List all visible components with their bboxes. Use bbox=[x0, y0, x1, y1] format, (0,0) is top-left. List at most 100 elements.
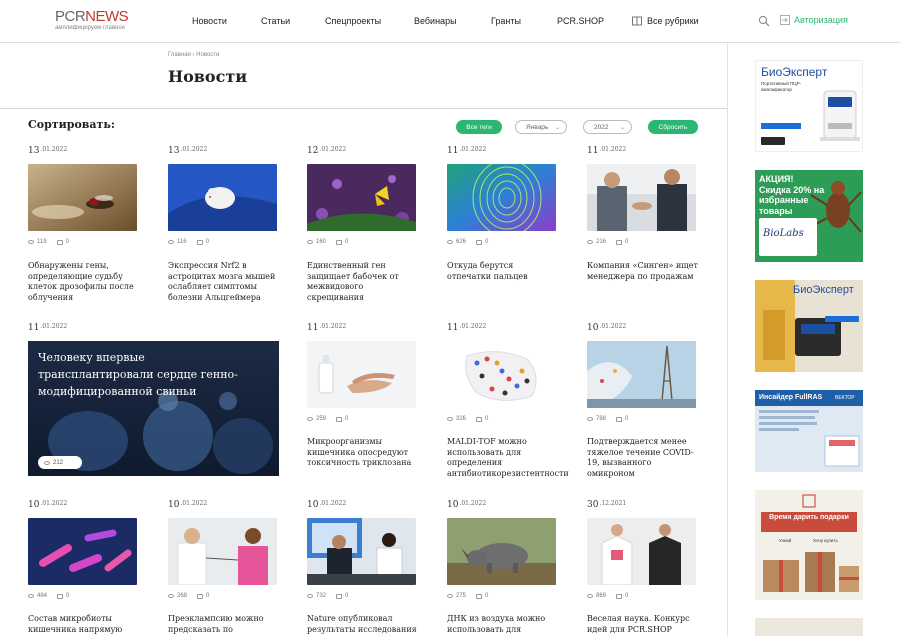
card-stats: 116 0 bbox=[168, 239, 209, 245]
ad-promo-biolabs[interactable]: АКЦИЯ! Скидка 20% на избранные товары Bi… bbox=[755, 170, 863, 262]
card-stats: 275 0 bbox=[447, 593, 488, 599]
chevron-down-icon: ⌄ bbox=[619, 124, 625, 131]
card-title[interactable]: Преэклампсию можно предсказать по bbox=[168, 614, 280, 635]
nav-news[interactable]: Новости bbox=[192, 16, 227, 26]
card-thumbnail-butterfly[interactable] bbox=[307, 164, 416, 231]
comment-icon bbox=[616, 239, 623, 245]
card-thumbnail-bacteria[interactable] bbox=[28, 518, 137, 585]
card-stats: 326 0 bbox=[447, 416, 488, 422]
nav-pcr-shop[interactable]: PCR.SHOP bbox=[557, 16, 604, 26]
login-link[interactable]: Авторизация bbox=[780, 15, 848, 25]
featured-news-card[interactable]: Человеку впервые трансплантировали сердц… bbox=[28, 341, 279, 476]
card-stats: 216 0 bbox=[587, 239, 628, 245]
card-title[interactable]: Обнаружены гены, определяющие судьбу кле… bbox=[28, 261, 140, 303]
reset-button[interactable]: Сбросить bbox=[648, 120, 698, 134]
site-logo[interactable]: PCRNEWS амплифицируем главное bbox=[55, 9, 135, 35]
nav-all-rubrics[interactable]: Все рубрики bbox=[632, 16, 699, 26]
card-thumbnail-lab[interactable] bbox=[307, 518, 416, 585]
ad1-subtitle: Портативный ПЦР-амплификатор bbox=[761, 81, 802, 92]
card-thumbnail-mouse[interactable] bbox=[168, 164, 277, 231]
card-title[interactable]: Откуда берутся отпечатки пальцев bbox=[447, 261, 559, 282]
reagent-kit-image bbox=[759, 410, 860, 467]
comment-icon bbox=[197, 593, 204, 599]
card-title[interactable]: MALDI-TOF можно использовать для определ… bbox=[447, 437, 569, 479]
logo-news: NEWS bbox=[85, 8, 129, 25]
year-select[interactable]: 2022 ⌄ bbox=[583, 120, 632, 134]
card-stats: 869 0 bbox=[587, 593, 628, 599]
eiffel-tower-image bbox=[587, 341, 696, 408]
card-thumbnail-hand-soap[interactable] bbox=[307, 341, 416, 408]
card-title[interactable]: Микроорганизмы кишечника опосредуют токс… bbox=[307, 437, 419, 469]
card-thumbnail-rhino[interactable] bbox=[447, 518, 556, 585]
card-title[interactable]: Веселая наука. Конкурс идей для PCR.SHOP bbox=[587, 614, 699, 635]
ad-fullras[interactable]: Инсайдер FullRAS ВЕКТОР bbox=[755, 390, 863, 472]
card-stats: 160 0 bbox=[307, 239, 348, 245]
pcr-logo-icon bbox=[802, 494, 816, 508]
all-tags-button[interactable]: Все теги bbox=[456, 120, 502, 134]
card-title[interactable]: ДНК из воздуха можно использовать для bbox=[447, 614, 559, 635]
search-icon[interactable] bbox=[758, 15, 770, 27]
ad4-title: Инсайдер FullRAS bbox=[759, 394, 823, 401]
card-thumbnail-fruit-fly[interactable] bbox=[28, 164, 137, 231]
eye-icon bbox=[447, 417, 453, 421]
card-thumbnail-fingerprint[interactable] bbox=[447, 164, 556, 231]
ad-gifts[interactable]: Время дарить подарки Узнай Хочу купить bbox=[755, 490, 863, 600]
title-divider bbox=[0, 108, 727, 109]
nav-articles[interactable]: Статьи bbox=[261, 16, 290, 26]
month-select[interactable]: Январь ⌄ bbox=[515, 120, 567, 134]
fruit-fly-image bbox=[28, 164, 137, 231]
nav-grants[interactable]: Гранты bbox=[491, 16, 521, 26]
comment-icon bbox=[616, 593, 623, 599]
eye-icon bbox=[168, 594, 174, 598]
ad5-button-1[interactable]: Узнай bbox=[779, 538, 791, 543]
trobio-logo bbox=[761, 137, 785, 145]
eye-icon bbox=[168, 240, 174, 244]
card-thumbnail-tshirts[interactable] bbox=[587, 518, 696, 585]
sidebar-divider bbox=[727, 43, 728, 636]
eye-icon bbox=[307, 417, 313, 421]
month-value: Январь bbox=[526, 123, 549, 131]
eye-icon bbox=[28, 240, 34, 244]
card-date: 12.01.2022 bbox=[307, 146, 347, 156]
rhino-image bbox=[447, 518, 556, 585]
card-date: 10.01.2022 bbox=[587, 323, 627, 333]
logo-pcr: PCR bbox=[55, 8, 86, 25]
card-stats: 626 0 bbox=[447, 239, 488, 245]
nav-special-projects[interactable]: Спецпроекты bbox=[325, 16, 381, 26]
ad1-button[interactable] bbox=[761, 123, 801, 129]
card-title[interactable]: Nature опубликовал результаты исследован… bbox=[307, 614, 419, 635]
card-thumbnail-maldi-molecule[interactable] bbox=[447, 341, 556, 408]
card-thumbnail-paris[interactable] bbox=[587, 341, 696, 408]
breadcrumb[interactable]: Главная › Новости bbox=[168, 52, 219, 58]
card-title[interactable]: Состав микробиоты кишечника напрямую bbox=[28, 614, 140, 635]
featured-views: 212 bbox=[38, 456, 82, 469]
card-title[interactable]: Подтверждается менее тяжелое течение COV… bbox=[587, 437, 699, 479]
login-icon bbox=[780, 15, 790, 25]
featured-title: Человеку впервые трансплантировали сердц… bbox=[38, 351, 238, 398]
comment-icon bbox=[616, 416, 623, 422]
card-date: 10.01.2022 bbox=[307, 500, 347, 510]
eye-icon bbox=[587, 417, 593, 421]
card-thumbnail-doctor[interactable] bbox=[168, 518, 277, 585]
card-title[interactable]: Экспрессия Nrf2 в астроцитах мозга мышей… bbox=[168, 261, 280, 303]
molecule-image bbox=[447, 341, 556, 408]
eye-icon bbox=[447, 240, 453, 244]
card-thumbnail-handshake[interactable] bbox=[587, 164, 696, 231]
ad-bioexpert-2[interactable]: БиоЭксперт bbox=[755, 280, 863, 372]
comment-icon bbox=[476, 416, 483, 422]
card-date: 10.01.2022 bbox=[447, 500, 487, 510]
card-date: 13.01.2022 bbox=[168, 146, 208, 156]
card-date: 10.01.2022 bbox=[168, 500, 208, 510]
nav-webinars[interactable]: Вебинары bbox=[414, 16, 457, 26]
ad-next[interactable] bbox=[755, 618, 863, 636]
card-title[interactable]: Единственный ген защищает бабочек от меж… bbox=[307, 261, 419, 303]
ad-bioexpert-1[interactable]: БиоЭксперт Портативный ПЦР-амплификатор bbox=[755, 60, 863, 152]
doctor-patient-image bbox=[168, 518, 277, 585]
card-title[interactable]: Компания «Синген» ищет менеджера по прод… bbox=[587, 261, 699, 282]
ad2-brand: BioLabs bbox=[763, 228, 804, 239]
ad5-button-2[interactable]: Хочу купить bbox=[813, 538, 838, 543]
comment-icon bbox=[476, 593, 483, 599]
card-stats: 259 0 bbox=[307, 416, 348, 422]
comment-icon bbox=[57, 593, 64, 599]
hand-soap-image bbox=[307, 341, 416, 408]
